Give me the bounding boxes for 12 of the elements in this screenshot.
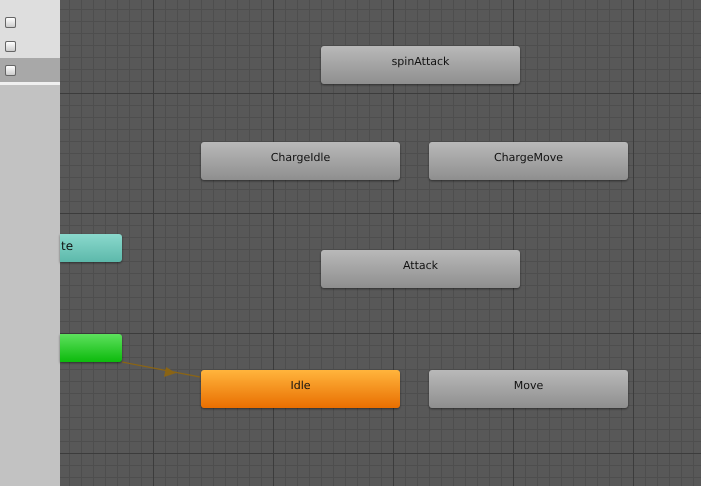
state-node[interactable]: Attack xyxy=(321,250,520,288)
checkbox[interactable] xyxy=(5,40,16,52)
state-node[interactable]: ChargeMove xyxy=(429,142,628,180)
state-node[interactable]: ChargeIdle xyxy=(201,142,400,180)
any-state-node[interactable]: te xyxy=(60,234,122,262)
checkbox[interactable] xyxy=(5,64,16,76)
entry-node[interactable] xyxy=(60,334,122,362)
state-node[interactable]: spinAttack xyxy=(321,46,520,84)
list-row[interactable] xyxy=(0,58,60,82)
state-node[interactable]: Move xyxy=(429,370,628,408)
default-state-node[interactable]: Idle xyxy=(201,370,400,408)
checkbox[interactable] xyxy=(5,16,16,28)
